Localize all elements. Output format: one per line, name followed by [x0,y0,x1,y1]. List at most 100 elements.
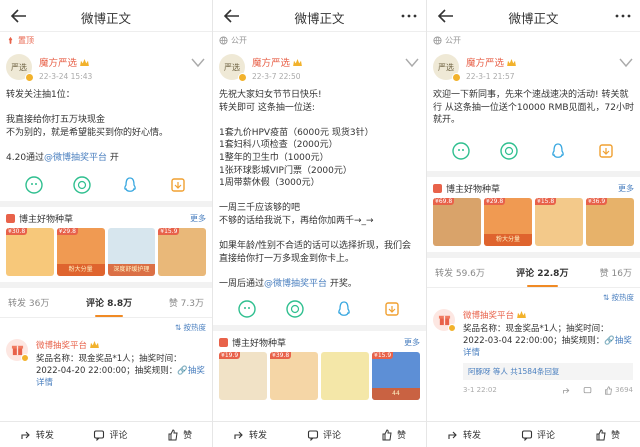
author-name[interactable]: 魔方严选 [39,55,92,69]
commenter-name[interactable]: 微博抽奖平台 [463,309,633,321]
comment-button[interactable]: 评论 [307,428,341,441]
share-row [6,165,206,201]
recommend-more-link[interactable]: 更多 [618,183,634,194]
price-tag: ¥39.8 [270,351,292,359]
price-tag: ¥69.8 [433,197,455,205]
recommend-more-link[interactable]: 更多 [404,337,420,348]
more-icon[interactable] [400,8,418,24]
comment-like-count: 3694 [615,386,633,395]
moments-icon[interactable] [285,299,305,319]
like-button[interactable]: 赞 [381,428,406,441]
commenter-avatar[interactable] [6,338,29,362]
recommend-header: 博主好物种草 更多 [427,177,640,198]
commenter-name[interactable]: 微博抽奖平台 [36,339,206,351]
recommend-icon [219,337,228,347]
comment-text: 奖品名称：现金奖品*1人；抽奖时间： 2022-03-04 22:00:00；抽… [463,323,633,359]
top-bar: 微博正文 [0,0,212,32]
tab-forward[interactable]: 转发 59.6万 [435,266,485,279]
tab-like[interactable]: 赞 7.3万 [169,296,204,309]
price-tag: ¥15.8 [535,197,557,205]
qq-icon[interactable] [120,175,140,195]
product-thumbnail[interactable]: ¥39.8 [270,351,318,400]
avatar[interactable]: 严选 [219,54,247,82]
more-icon[interactable] [614,8,632,24]
product-thumbnail[interactable]: ¥30.8 [6,227,54,276]
product-banner: 粉大分量 [484,233,532,246]
product-banner: 粉大分量 [56,263,105,276]
product-thumbnail[interactable]: 深度舒缓护理 [107,227,156,276]
tab-like[interactable]: 赞 16万 [600,266,632,279]
comment-button[interactable]: 评论 [93,428,127,441]
mention-link[interactable]: @微博抽奖平台 [44,153,107,163]
comment-like[interactable]: 3694 [604,386,633,395]
sort-toggle[interactable]: ⇅ 按热度 [0,318,212,335]
comment-icon [307,429,319,441]
comment-icon[interactable] [583,386,592,395]
follow-icon[interactable] [190,55,206,69]
comment-text-body: 奖品名称：现金奖品*1人；抽奖时间： 2022-03-04 22:00:00；抽… [463,323,609,346]
product-thumbnail[interactable]: ¥15.8 [535,197,583,246]
product-thumbnail[interactable]: ¥36.9 [586,197,634,246]
avatar[interactable]: 严选 [6,54,34,82]
visibility-text: 置顶 [18,36,34,45]
author-name-text: 魔方严选 [466,58,505,69]
forward-button[interactable]: 转发 [233,428,267,441]
tab-forward[interactable]: 转发 36万 [8,296,49,309]
forward-button[interactable]: 转发 [447,428,481,441]
forward-button[interactable]: 转发 [20,428,54,441]
product-thumbnail[interactable]: ¥15.9 [158,227,206,276]
top-bar: 微博正文 [213,0,426,32]
wechat-icon[interactable] [24,175,44,195]
comment-text: 奖品名称：现金奖品*1人；抽奖时间： 2022-04-20 22:00:00；抽… [36,353,206,389]
commenter-name-text: 微博抽奖平台 [36,340,88,351]
moments-icon[interactable] [499,141,519,161]
product-thumbnail[interactable]: ¥19.9 [219,351,267,400]
price-tag: ¥29.8 [56,227,78,235]
avatar[interactable]: 严选 [433,54,461,82]
page-title: 微博正文 [80,11,131,26]
reply-summary[interactable]: 阿豚呀 等人 共1584条回复 [463,362,633,380]
product-thumbnail[interactable]: ¥15.9 44 [372,351,420,400]
mention-link[interactable]: @微博抽奖平台 [264,279,327,289]
product-banner: 深度舒缓护理 [107,263,156,276]
author-row: 严选 魔方严选 22-3-7 22:50 [219,54,420,84]
product-thumbnail[interactable]: ¥69.8 [433,197,481,246]
weibo-post-panel-1: 微博正文 置顶 严选 魔方严选 22-3-24 15:43 转发关注抽1位： 我… [0,0,212,447]
product-row: ¥30.8 ¥29.8 粉大分量 深度舒缓护理 ¥15.9 [0,227,212,276]
comment-time: 3-1 22:02 [463,386,497,395]
save-icon[interactable] [596,141,616,161]
bottom-action-bar: 转发 评论 赞 [0,421,212,447]
save-icon[interactable] [382,299,402,319]
save-icon[interactable] [168,175,188,195]
tab-comment[interactable]: 评论 8.8万 [86,296,132,317]
moments-icon[interactable] [72,175,92,195]
commenter-avatar[interactable] [433,308,456,332]
weibo-post-panel-2: 微博正文 公开 严选 魔方严选 22-3-7 22:50 先祝大家妇女节节日快乐… [212,0,426,447]
product-banner: 44 [372,387,420,400]
follow-icon[interactable] [404,55,420,69]
wechat-icon[interactable] [451,141,471,161]
product-thumbnail[interactable]: ¥29.8 粉大分量 [484,197,532,246]
qq-icon[interactable] [548,141,568,161]
like-button[interactable]: 赞 [167,428,192,441]
comment-item: 微博抽奖平台 奖品名称：现金奖品*1人；抽奖时间： 2022-03-04 22:… [427,305,640,395]
like-icon [605,386,613,395]
tab-comment[interactable]: 评论 22.8万 [516,266,568,287]
author-name[interactable]: 魔方严选 [466,55,516,69]
comment-label: 评论 [322,431,341,441]
comment-button[interactable]: 评论 [521,428,555,441]
follow-icon[interactable] [618,55,634,69]
like-button[interactable]: 赞 [595,428,620,441]
recommend-icon [6,213,15,223]
recommend-more-link[interactable]: 更多 [190,213,206,224]
qq-icon[interactable] [334,299,354,319]
author-name[interactable]: 魔方严选 [252,55,302,69]
post-body: 先祝大家妇女节节日快乐! 转关即可 这条抽一位送: 1套九价HPV疫苗（6000… [219,89,420,291]
product-thumbnail[interactable] [321,351,369,400]
forward-icon[interactable] [562,386,571,395]
comment-text-body: 奖品名称：现金奖品*1人；抽奖时间： 2022-04-20 22:00:00；抽… [36,353,182,376]
product-thumbnail[interactable]: ¥29.8 粉大分量 [56,227,105,276]
sort-toggle[interactable]: ⇅ 按热度 [427,288,640,305]
post-time: 22-3-7 22:50 [252,72,301,81]
wechat-icon[interactable] [237,299,257,319]
